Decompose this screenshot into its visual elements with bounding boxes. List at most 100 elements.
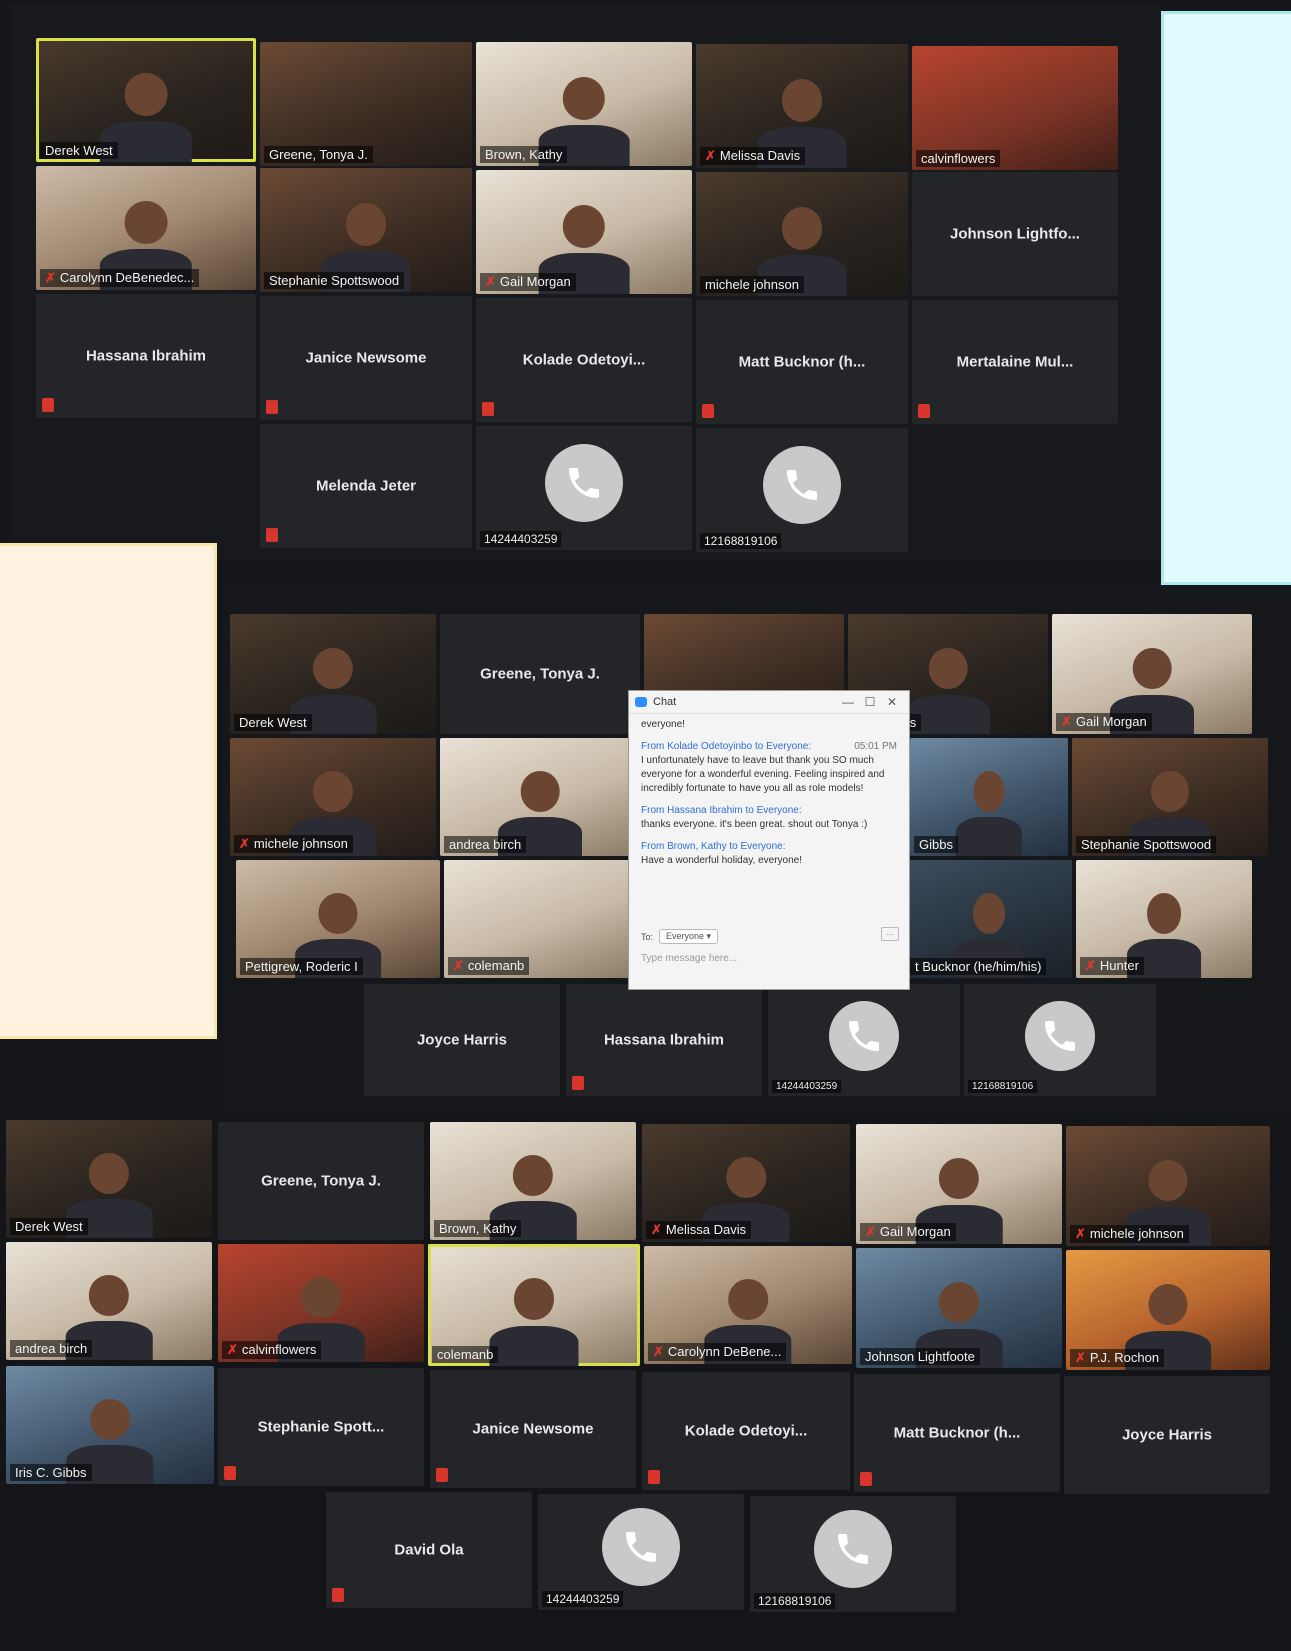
close-button[interactable]: ✕	[881, 695, 903, 709]
phone-participant-tile[interactable]: 12168819106	[696, 428, 908, 552]
participant-tile[interactable]: ✗ Carolynn DeBenedec...	[36, 166, 256, 290]
participant-tile[interactable]: Gibbs	[910, 738, 1068, 856]
participant-tile[interactable]: colemanb	[428, 1244, 640, 1366]
chat-message-header: From Kolade Odetoyinbo to Everyone: 05:01…	[641, 740, 897, 754]
recipient-dropdown[interactable]: Everyone ▾	[659, 929, 719, 944]
phone-participant-tile[interactable]: 12168819106	[750, 1496, 956, 1612]
participant-tile[interactable]: Hassana Ibrahim	[36, 294, 256, 418]
more-options-button[interactable]: ...	[881, 927, 899, 941]
minimize-button[interactable]: —	[837, 695, 859, 709]
chat-window[interactable]: Chat — ☐ ✕ everyone! From Kolade Odetoyi…	[628, 690, 910, 990]
phone-participant-tile[interactable]: 12168819106	[964, 984, 1156, 1096]
participant-name: ✗ Melissa Davis	[646, 1221, 752, 1239]
participant-tile[interactable]: calvinflowers	[912, 46, 1118, 170]
participant-tile[interactable]: ✗ colemanb	[444, 860, 640, 978]
chat-message-text: thanks everyone. it's been great. shout …	[641, 819, 868, 830]
participant-name: Pettigrew, Roderic I	[240, 958, 363, 975]
phone-participant-tile[interactable]: 14244403259	[476, 426, 692, 550]
participant-name: michele johnson	[700, 276, 804, 293]
participant-tile[interactable]: Stephanie Spott...	[218, 1368, 424, 1486]
participant-tile[interactable]: ✗ michele johnson	[230, 738, 436, 856]
participant-tile[interactable]: ✗ P.J. Rochon	[1066, 1250, 1270, 1370]
participant-tile[interactable]: Greene, Tonya J.	[260, 42, 472, 166]
participant-name: ✗ michele johnson	[234, 835, 353, 853]
participant-tile[interactable]: Joyce Harris	[364, 984, 560, 1096]
participant-name: ✗ calvinflowers	[222, 1341, 322, 1359]
participant-name: David Ola	[394, 1541, 464, 1559]
mic-muted-icon: ✗	[227, 1342, 238, 1357]
chat-sender: From Brown, Kathy to Everyone:	[641, 841, 786, 852]
chat-timestamp: 05:01 PM	[854, 741, 897, 752]
phone-number: 14244403259	[480, 531, 562, 547]
participant-tile[interactable]: Brown, Kathy	[430, 1122, 636, 1240]
participant-tile[interactable]: Joyce Harris	[1064, 1376, 1270, 1494]
participant-tile[interactable]: ✗ Melissa Davis	[696, 44, 908, 168]
participant-name: Stephanie Spottswood	[1076, 836, 1217, 853]
participant-tile[interactable]: ✗ Gail Morgan	[1052, 614, 1252, 734]
participant-tile[interactable]: michele johnson	[696, 172, 908, 296]
participant-tile[interactable]: Iris C. Gibbs	[6, 1366, 214, 1484]
mic-muted-icon: ✗	[45, 270, 56, 285]
chat-titlebar[interactable]: Chat — ☐ ✕	[629, 691, 909, 714]
participant-name: ✗ Gail Morgan	[860, 1223, 956, 1241]
participant-tile[interactable]: ✗ michele johnson	[1066, 1126, 1270, 1246]
mic-muted-icon: ✗	[239, 836, 250, 851]
participant-tile[interactable]: Stephanie Spottswood	[260, 168, 472, 292]
participant-tile[interactable]: ✗ Carolynn DeBene...	[644, 1246, 852, 1364]
participant-tile[interactable]: Matt Bucknor (h...	[854, 1374, 1060, 1492]
participant-tile[interactable]: Stephanie Spottswood	[1072, 738, 1268, 856]
maximize-button[interactable]: ☐	[859, 695, 881, 709]
mic-muted-icon: ✗	[705, 148, 716, 163]
participant-tile[interactable]: Janice Newsome	[260, 296, 472, 420]
chat-messages[interactable]: everyone! From Kolade Odetoyinbo to Ever…	[629, 714, 909, 922]
participant-tile[interactable]: Brown, Kathy	[476, 42, 692, 166]
participant-tile[interactable]: Derek West	[230, 614, 436, 734]
phone-participant-tile[interactable]: 14244403259	[768, 984, 960, 1096]
participant-tile[interactable]: Matt Bucknor (h...	[696, 300, 908, 424]
gallery-screen-3: Derek West Greene, Tonya J. Brown, Kathy…	[0, 1114, 1291, 1651]
chat-message-input[interactable]: Type message here...	[641, 953, 737, 964]
participant-tile[interactable]: Johnson Lightfo...	[912, 172, 1118, 296]
mic-muted-icon: ✗	[1061, 714, 1072, 729]
participant-tile[interactable]: Kolade Odetoyi...	[642, 1372, 850, 1490]
participant-tile[interactable]: andrea birch	[440, 738, 640, 856]
phone-icon	[829, 1000, 899, 1071]
participant-tile[interactable]: David Ola	[326, 1492, 532, 1608]
phone-number: 12168819106	[754, 1593, 836, 1609]
mic-muted-icon	[42, 398, 54, 412]
participant-tile[interactable]: Melenda Jeter	[260, 424, 472, 548]
phone-participant-tile[interactable]: 14244403259	[538, 1494, 744, 1610]
participant-tile[interactable]: ✗ Gail Morgan	[856, 1124, 1062, 1244]
participant-tile[interactable]: Johnson Lightfoote	[856, 1248, 1062, 1368]
chat-message-header: From Hassana Ibrahim to Everyone:	[641, 804, 897, 818]
participant-tile[interactable]: Derek West	[36, 38, 256, 162]
participant-tile[interactable]: Hassana Ibrahim	[566, 984, 762, 1096]
participant-name: Hassana Ibrahim	[85, 347, 207, 365]
participant-tile[interactable]: Pettigrew, Roderic I	[236, 860, 440, 978]
participant-tile[interactable]: Greene, Tonya J.	[440, 614, 640, 734]
participant-tile[interactable]: Mertalaine Mul...	[912, 300, 1118, 424]
chat-recipient: To: Everyone ▾	[641, 929, 719, 944]
participant-name: Brown, Kathy	[480, 146, 568, 163]
participant-tile[interactable]: andrea birch	[6, 1242, 212, 1360]
mic-muted-icon: ✗	[651, 1222, 662, 1237]
participant-name: Matt Bucknor (h...	[738, 353, 866, 371]
participant-tile[interactable]: Janice Newsome	[430, 1370, 636, 1488]
participant-name: Derek West	[40, 142, 118, 159]
participant-tile[interactable]: ✗ Melissa Davis	[642, 1124, 850, 1242]
mic-muted-icon: ✗	[653, 1344, 664, 1359]
participant-tile[interactable]: Derek West	[6, 1120, 212, 1238]
participant-tile[interactable]: Kolade Odetoyi...	[476, 298, 692, 422]
participant-name: Matt Bucknor (h...	[893, 1424, 1021, 1442]
mic-muted-icon	[572, 1076, 584, 1090]
chat-title: Chat	[653, 696, 677, 708]
mic-muted-icon: ✗	[1085, 958, 1096, 973]
participant-tile[interactable]: ✗ calvinflowers	[218, 1244, 424, 1362]
participant-tile[interactable]: Greene, Tonya J.	[218, 1122, 424, 1240]
participant-tile[interactable]: ✗ Hunter	[1076, 860, 1252, 978]
participant-name: Joyce Harris	[1121, 1426, 1213, 1444]
participant-tile[interactable]: t Bucknor (he/him/his)	[906, 860, 1072, 978]
participant-tile[interactable]: ✗ Gail Morgan	[476, 170, 692, 294]
participant-name: Hassana Ibrahim	[603, 1031, 725, 1049]
participant-name: Greene, Tonya J.	[264, 146, 373, 163]
